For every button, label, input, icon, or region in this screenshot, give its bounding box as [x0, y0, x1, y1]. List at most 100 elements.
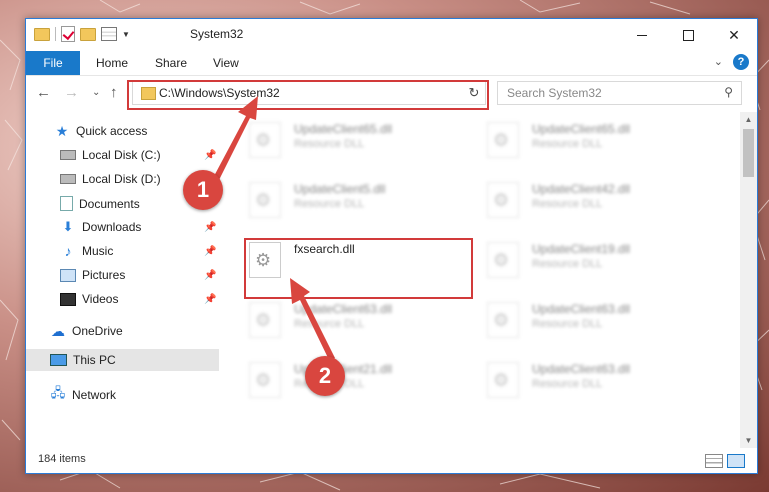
computer-icon	[50, 354, 67, 366]
window-title: System32	[190, 27, 244, 41]
tab-home[interactable]: Home	[96, 56, 128, 70]
file-item[interactable]: ⚙ UpdateClient5.dll Resource DLL	[219, 174, 449, 226]
sidebar-item-videos[interactable]: Videos	[60, 292, 118, 306]
sidebar-item-music[interactable]: ♪ Music	[60, 243, 114, 259]
sidebar-item-label: Documents	[79, 196, 140, 211]
tab-share[interactable]: Share	[155, 56, 187, 70]
sidebar-item-label: This PC	[73, 353, 116, 367]
sidebar-item-local-disk-c[interactable]: Local Disk (C:)	[60, 148, 161, 162]
folder-icon[interactable]	[34, 27, 50, 41]
sidebar-item-label: Pictures	[82, 268, 126, 282]
expand-ribbon-icon[interactable]: ⌄	[714, 55, 723, 68]
sidebar-item-local-disk-d[interactable]: Local Disk (D:)	[60, 172, 161, 186]
file-type: Resource DLL	[532, 258, 603, 270]
recent-locations-chevron-icon[interactable]: ⌄	[92, 87, 100, 98]
sidebar-item-network[interactable]: 🖧 Network	[50, 385, 117, 402]
file-item[interactable]: ⚙ UpdateClient63.dll Resource DLL	[457, 354, 687, 406]
file-type: Resource DLL	[294, 318, 365, 330]
pin-icon: 📌	[204, 222, 217, 233]
sidebar-item-pictures[interactable]: Pictures	[60, 268, 125, 282]
sidebar-item-label: Music	[82, 244, 114, 258]
minimize-button[interactable]	[619, 19, 665, 51]
maximize-button[interactable]	[665, 19, 711, 51]
sidebar-item-downloads[interactable]: ⬇ Downloads	[60, 219, 142, 234]
picture-icon	[60, 268, 76, 282]
file-name: UpdateClient63.dll	[532, 362, 631, 376]
gear-icon: ⚙	[493, 370, 510, 390]
gear-icon: ⚙	[493, 130, 510, 150]
file-item[interactable]: ⚙ UpdateClient42.dll Resource DLL	[457, 174, 687, 226]
gear-icon: ⚙	[255, 310, 272, 330]
tab-file[interactable]: File	[26, 51, 80, 75]
gear-icon: ⚙	[493, 250, 510, 270]
sidebar-item-label: Local Disk (D:)	[82, 172, 161, 186]
file-type: Resource DLL	[532, 318, 603, 330]
sidebar-item-label: Quick access	[76, 124, 148, 138]
up-arrow-icon[interactable]: ↑	[110, 84, 118, 101]
status-bar: 184 items	[26, 448, 757, 473]
sidebar-item-label: Network	[72, 388, 117, 402]
file-name: UpdateClient5.dll	[294, 182, 386, 196]
file-type: Resource DLL	[532, 378, 603, 390]
navigation-pane: ★ Quick access Local Disk (C:) 📌 Local Di…	[26, 112, 219, 448]
pin-icon: 📌	[204, 270, 217, 281]
network-icon: 🖧	[50, 385, 66, 400]
download-icon: ⬇	[62, 219, 74, 234]
step-marker-2: 2	[305, 356, 345, 396]
gear-icon: ⚙	[255, 190, 272, 210]
file-item[interactable]: ⚙ UpdateClient19.dll Resource DLL	[457, 234, 687, 286]
sidebar-item-this-pc[interactable]: This PC	[50, 353, 116, 367]
pin-icon: 📌	[204, 150, 217, 161]
file-type: Resource DLL	[294, 198, 365, 210]
gear-icon: ⚙	[255, 370, 272, 390]
toolbar-divider	[55, 27, 56, 41]
customize-dropdown-icon[interactable]: ▼	[122, 30, 130, 39]
file-name: UpdateClient63.dll	[294, 302, 393, 316]
properties-icon[interactable]	[101, 27, 117, 41]
sidebar-item-documents[interactable]: Documents	[60, 196, 140, 211]
sidebar-item-onedrive[interactable]: ☁ OneDrive	[50, 323, 123, 339]
file-type: Resource DLL	[294, 138, 365, 150]
file-highlight	[244, 238, 473, 299]
item-count: 184 items	[38, 453, 86, 465]
drive-icon	[60, 150, 76, 160]
sidebar-item-label: Downloads	[82, 220, 142, 234]
new-folder-icon[interactable]	[80, 27, 96, 41]
file-name: UpdateClient19.dll	[532, 242, 631, 256]
gear-icon: ⚙	[493, 190, 510, 210]
details-view-icon[interactable]	[705, 454, 723, 468]
video-icon	[60, 292, 76, 306]
vertical-scrollbar[interactable]: ▲ ▼	[740, 112, 757, 448]
large-icons-view-icon[interactable]	[727, 454, 745, 468]
file-item[interactable]: ⚙ UpdateClient63.dll Resource DLL	[457, 294, 687, 346]
scroll-up-icon[interactable]: ▲	[740, 112, 757, 127]
gear-icon: ⚙	[493, 310, 510, 330]
close-button[interactable]: ✕	[711, 19, 757, 51]
sidebar-item-label: OneDrive	[72, 324, 123, 338]
file-item[interactable]: ⚙ UpdateClient65.dll Resource DLL	[219, 114, 449, 166]
tab-view[interactable]: View	[213, 56, 239, 70]
properties-check-icon[interactable]	[61, 26, 75, 42]
back-arrow-icon[interactable]: ←	[36, 84, 51, 101]
gear-icon: ⚙	[255, 130, 272, 150]
scroll-down-icon[interactable]: ▼	[740, 433, 757, 448]
pin-icon: 📌	[204, 294, 217, 305]
file-name: UpdateClient65.dll	[532, 122, 631, 136]
file-item[interactable]: ⚙ UpdateClient65.dll Resource DLL	[457, 114, 687, 166]
scroll-thumb[interactable]	[743, 129, 754, 177]
step-marker-1: 1	[183, 170, 223, 210]
search-box[interactable]: Search System32 ⚲	[497, 81, 742, 105]
search-input[interactable]: Search System32	[507, 86, 602, 100]
star-icon: ★	[55, 122, 69, 139]
address-bar-highlight	[127, 80, 489, 110]
sidebar-item-quick-access[interactable]: ★ Quick access	[54, 122, 148, 139]
file-type: Resource DLL	[532, 198, 603, 210]
file-name: UpdateClient42.dll	[532, 182, 631, 196]
forward-arrow-icon[interactable]: →	[64, 84, 79, 101]
file-item[interactable]: ⚙ UpdateClient63.dll Resource DLL	[219, 294, 449, 346]
file-type: Resource DLL	[532, 138, 603, 150]
close-icon: ✕	[728, 26, 740, 43]
search-icon: ⚲	[724, 85, 733, 99]
help-icon[interactable]: ?	[733, 54, 749, 70]
music-icon: ♪	[64, 243, 72, 259]
